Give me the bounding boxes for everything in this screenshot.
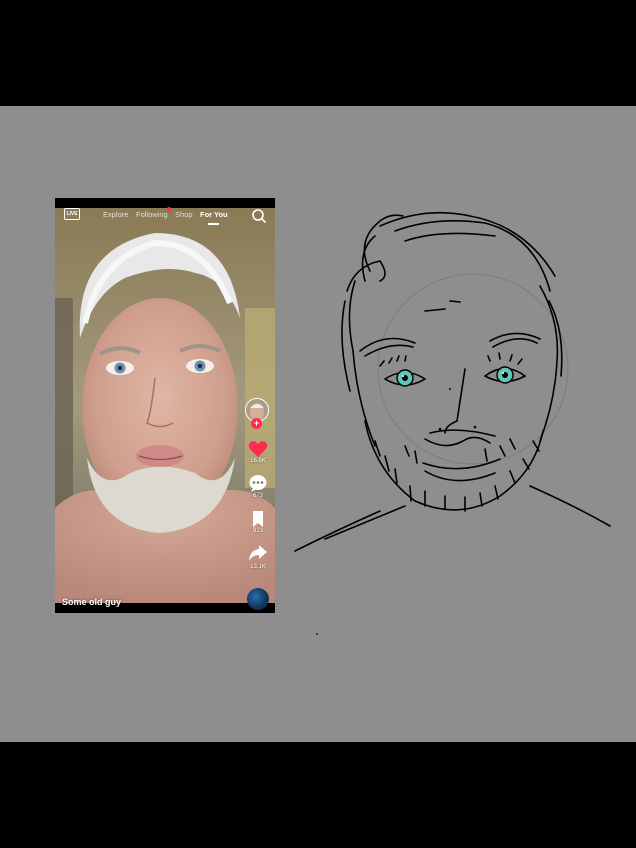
- follow-plus-button[interactable]: +: [251, 418, 262, 429]
- bookmark-icon[interactable]: [248, 510, 268, 528]
- following-notification-dot: [167, 207, 171, 211]
- tab-shop[interactable]: Shop: [175, 210, 193, 219]
- canvas-speck: [316, 633, 318, 635]
- tab-following[interactable]: Following: [136, 210, 168, 219]
- share-count: 13.1K: [250, 564, 266, 570]
- video-frame: [55, 208, 275, 603]
- video-photo: [55, 208, 275, 603]
- portrait-sketch: [294, 211, 611, 552]
- music-disc-icon[interactable]: [247, 588, 269, 610]
- top-navigation: LIVE Explore Following Shop For You: [55, 198, 275, 228]
- live-icon[interactable]: LIVE: [64, 208, 80, 220]
- video-caption: Some old guy: [62, 597, 122, 607]
- like-count: 16.8K: [250, 458, 266, 464]
- tiktok-screenshot: LIVE Explore Following Shop For You + 16…: [55, 198, 275, 613]
- comment-icon[interactable]: [248, 474, 268, 492]
- tab-for-you[interactable]: For You: [200, 210, 228, 219]
- share-icon[interactable]: [248, 544, 268, 562]
- active-tab-indicator: [208, 223, 219, 225]
- heart-icon[interactable]: [248, 440, 268, 458]
- tab-explore[interactable]: Explore: [103, 210, 128, 219]
- comment-count: 673: [252, 493, 263, 499]
- drawing-canvas: LIVE Explore Following Shop For You + 16…: [0, 106, 636, 742]
- bookmark-count: 923: [252, 528, 263, 534]
- search-icon[interactable]: [251, 208, 267, 224]
